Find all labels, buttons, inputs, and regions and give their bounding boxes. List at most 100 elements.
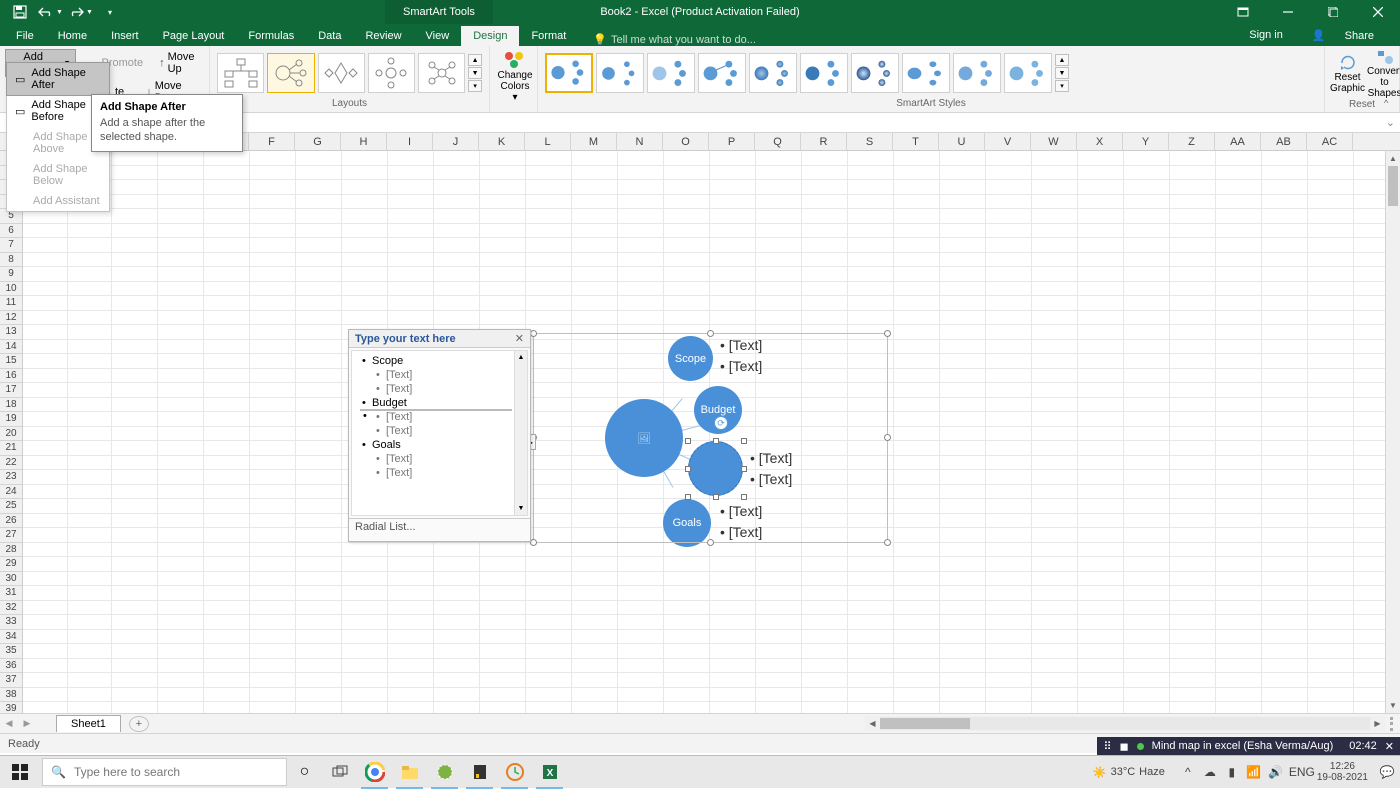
column-header-P[interactable]: P bbox=[709, 133, 755, 150]
row-header-29[interactable]: 29 bbox=[0, 557, 22, 572]
tab-design[interactable]: Design bbox=[461, 26, 519, 46]
vscroll-up-button[interactable]: ▲ bbox=[1386, 151, 1400, 166]
row-header-8[interactable]: 8 bbox=[0, 253, 22, 268]
layout-option-3[interactable] bbox=[318, 53, 365, 93]
row-header-13[interactable]: 13 bbox=[0, 325, 22, 340]
recording-close-button[interactable]: ✕ bbox=[1385, 740, 1394, 753]
row-header-6[interactable]: 6 bbox=[0, 224, 22, 239]
row-header-24[interactable]: 24 bbox=[0, 485, 22, 500]
customize-qat-button[interactable]: ▾ bbox=[95, 0, 125, 24]
column-header-Z[interactable]: Z bbox=[1169, 133, 1215, 150]
layouts-more[interactable]: ▾ bbox=[468, 80, 482, 92]
text-pane-header[interactable]: Type your text here ✕ bbox=[349, 330, 530, 348]
styles-scroll-down[interactable]: ▼ bbox=[1055, 67, 1069, 79]
row-header-9[interactable]: 9 bbox=[0, 267, 22, 282]
row-header-22[interactable]: 22 bbox=[0, 456, 22, 471]
vscroll-down-button[interactable]: ▼ bbox=[1386, 698, 1400, 713]
start-button[interactable] bbox=[0, 756, 40, 789]
style-option-10[interactable] bbox=[1004, 53, 1052, 93]
column-header-X[interactable]: X bbox=[1077, 133, 1123, 150]
column-header-L[interactable]: L bbox=[525, 133, 571, 150]
layout-option-4[interactable] bbox=[368, 53, 415, 93]
cells-area[interactable]: 🖼 Scope Budget Goals ⟳ • [Text] • [Text]… bbox=[23, 151, 1385, 713]
row-header-12[interactable]: 12 bbox=[0, 311, 22, 326]
column-header-N[interactable]: N bbox=[617, 133, 663, 150]
row-header-15[interactable]: 15 bbox=[0, 354, 22, 369]
column-header-I[interactable]: I bbox=[387, 133, 433, 150]
frame-handle[interactable] bbox=[707, 539, 714, 546]
row-header-7[interactable]: 7 bbox=[0, 238, 22, 253]
row-header-11[interactable]: 11 bbox=[0, 296, 22, 311]
column-header-W[interactable]: W bbox=[1031, 133, 1077, 150]
style-option-9[interactable] bbox=[953, 53, 1001, 93]
column-header-U[interactable]: U bbox=[939, 133, 985, 150]
text-pane-scroll-up[interactable]: ▲ bbox=[515, 351, 527, 364]
column-header-O[interactable]: O bbox=[663, 133, 709, 150]
row-header-38[interactable]: 38 bbox=[0, 688, 22, 703]
text-pane-scroll-down[interactable]: ▼ bbox=[515, 502, 527, 515]
style-option-8[interactable] bbox=[902, 53, 950, 93]
style-option-2[interactable] bbox=[596, 53, 644, 93]
row-header-34[interactable]: 34 bbox=[0, 630, 22, 645]
column-header-S[interactable]: S bbox=[847, 133, 893, 150]
undo-button[interactable]: ▼ bbox=[35, 0, 65, 24]
style-option-6[interactable] bbox=[800, 53, 848, 93]
taskbar-app-5[interactable] bbox=[497, 756, 532, 789]
row-header-31[interactable]: 31 bbox=[0, 586, 22, 601]
recording-bar[interactable]: ⠿ ◼ Mind map in excel (Esha Verma/Aug) 0… bbox=[1097, 737, 1400, 755]
row-header-28[interactable]: 28 bbox=[0, 543, 22, 558]
sign-in-link[interactable]: Sign in bbox=[1241, 25, 1291, 46]
tab-insert[interactable]: Insert bbox=[99, 26, 151, 46]
column-header-F[interactable]: F bbox=[249, 133, 295, 150]
tray-volume-icon[interactable]: 🔊 bbox=[1267, 765, 1285, 779]
sheet-nav-prev[interactable]: ◀ bbox=[0, 718, 18, 729]
recording-stop-icon[interactable]: ◼ bbox=[1120, 740, 1129, 753]
text-pane-item[interactable]: Budget bbox=[360, 396, 512, 410]
text-pane-item[interactable]: Scope bbox=[360, 354, 512, 368]
styles-scroll-up[interactable]: ▲ bbox=[1055, 54, 1069, 66]
split-handle[interactable] bbox=[1390, 717, 1396, 731]
column-header-H[interactable]: H bbox=[341, 133, 387, 150]
tab-formulas[interactable]: Formulas bbox=[236, 26, 306, 46]
minimize-button[interactable] bbox=[1265, 0, 1310, 24]
layouts-scroll-down[interactable]: ▼ bbox=[468, 67, 482, 79]
tell-me-search[interactable]: 💡 Tell me what you want to do... bbox=[593, 33, 756, 46]
close-button[interactable] bbox=[1355, 0, 1400, 24]
text-pane-item[interactable]: [Text] bbox=[360, 410, 512, 424]
redo-button[interactable]: ▼ bbox=[65, 0, 95, 24]
column-header-V[interactable]: V bbox=[985, 133, 1031, 150]
column-header-T[interactable]: T bbox=[893, 133, 939, 150]
tray-language[interactable]: ENG bbox=[1289, 765, 1307, 779]
frame-handle[interactable] bbox=[530, 330, 537, 337]
collapse-ribbon-button[interactable]: ^ bbox=[1384, 98, 1398, 110]
column-header-R[interactable]: R bbox=[801, 133, 847, 150]
layout-option-1[interactable] bbox=[217, 53, 264, 93]
row-header-27[interactable]: 27 bbox=[0, 528, 22, 543]
row-header-30[interactable]: 30 bbox=[0, 572, 22, 587]
style-option-3[interactable] bbox=[647, 53, 695, 93]
text-pane-close-button[interactable]: ✕ bbox=[515, 332, 524, 345]
task-view-button[interactable] bbox=[322, 756, 357, 789]
layout-option-2-selected[interactable] bbox=[267, 53, 314, 93]
style-option-5[interactable] bbox=[749, 53, 797, 93]
taskbar-chrome[interactable] bbox=[357, 756, 392, 789]
frame-handle[interactable] bbox=[884, 330, 891, 337]
sheet-nav-next[interactable]: ▶ bbox=[18, 718, 36, 729]
horizontal-scrollbar[interactable]: ◀ ▶ bbox=[865, 716, 1385, 731]
frame-handle[interactable] bbox=[530, 539, 537, 546]
column-header-M[interactable]: M bbox=[571, 133, 617, 150]
taskbar-app-4[interactable] bbox=[462, 756, 497, 789]
change-colors-button[interactable]: Change Colors ▾ bbox=[495, 48, 535, 105]
hscroll-right-button[interactable]: ▶ bbox=[1370, 719, 1385, 728]
smartart-text-pane[interactable]: Type your text here ✕ Scope[Text][Text]B… bbox=[348, 329, 531, 542]
row-header-14[interactable]: 14 bbox=[0, 340, 22, 355]
styles-more[interactable]: ▾ bbox=[1055, 80, 1069, 92]
row-header-18[interactable]: 18 bbox=[0, 398, 22, 413]
column-header-K[interactable]: K bbox=[479, 133, 525, 150]
tray-notifications-icon[interactable]: 💬 bbox=[1378, 765, 1396, 779]
tab-data[interactable]: Data bbox=[306, 26, 353, 46]
tab-format[interactable]: Format bbox=[519, 26, 578, 46]
text-pane-item[interactable]: [Text] bbox=[360, 368, 512, 382]
taskbar-search[interactable]: 🔍 Type here to search bbox=[42, 758, 287, 786]
cortana-button[interactable]: ○ bbox=[287, 756, 322, 789]
